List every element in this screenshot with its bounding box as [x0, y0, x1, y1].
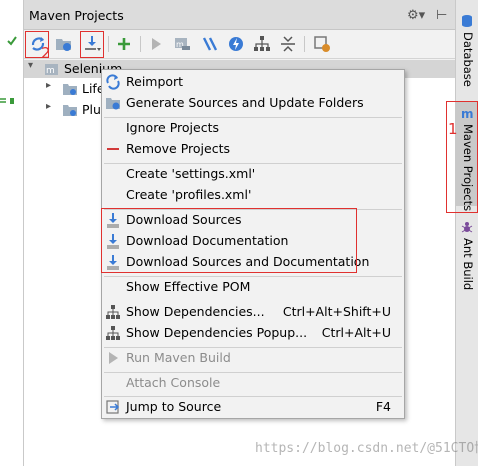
menu-item-label: Run Maven Build — [126, 350, 231, 365]
menu-item-label: Create 'profiles.xml' — [126, 187, 252, 202]
menu-item-create-profiles-xml[interactable]: Create 'profiles.xml' — [102, 185, 404, 206]
toggle-offline-icon[interactable] — [200, 34, 220, 54]
gutter-marker-icon — [0, 98, 14, 104]
generate-sources-icon[interactable] — [54, 34, 74, 54]
annotation-box-download-items — [101, 208, 357, 273]
menu-item-shortcut: F4 — [375, 399, 391, 414]
collapse-arrow-icon[interactable]: ▾ — [28, 60, 33, 71]
menu-item-label: Show Dependencies... — [126, 304, 265, 319]
stripe-button-database[interactable]: Database — [456, 12, 478, 92]
remove-icon — [107, 148, 119, 150]
menu-item-run-maven-build[interactable]: Run Maven Build — [102, 348, 404, 369]
collapse-all-icon[interactable] — [278, 34, 298, 54]
menu-item-label: Generate Sources and Update Folders — [126, 95, 364, 110]
folder-icon — [63, 84, 77, 95]
annotation-box-maven-projects — [446, 101, 478, 213]
menu-item-label: Remove Projects — [126, 141, 230, 156]
editor-edge — [0, 0, 24, 466]
tree-item-label: Plu — [82, 102, 101, 117]
menu-item-label: Ignore Projects — [126, 120, 219, 135]
check-icon — [7, 36, 17, 46]
annotation-box-download — [80, 31, 104, 58]
right-tool-stripe: Database m Maven Projects Ant Build — [455, 0, 478, 466]
menu-item-create-settings-xml[interactable]: Create 'settings.xml' — [102, 164, 404, 185]
dependencies-icon[interactable] — [252, 34, 272, 54]
stripe-label-ant-build: Ant Build — [461, 238, 475, 291]
hide-icon[interactable]: ⊢ — [436, 8, 447, 23]
menu-item-jump-to-source[interactable]: Jump to Source F4 — [102, 397, 404, 418]
menu-item-shortcut: Ctrl+Alt+U — [321, 325, 391, 340]
stripe-button-ant-build[interactable]: Ant Build — [456, 218, 478, 294]
menu-item-label: Show Dependencies Popup... — [126, 325, 308, 340]
annotation-label-1: 1 — [448, 120, 458, 138]
dependencies-icon — [106, 326, 120, 340]
run-icon[interactable] — [146, 34, 166, 54]
add-icon[interactable] — [114, 34, 134, 54]
menu-item-remove-projects[interactable]: Remove Projects — [102, 139, 404, 160]
expand-arrow-icon[interactable]: ▸ — [46, 101, 51, 112]
menu-item-label: Reimport — [126, 74, 184, 89]
generate-sources-icon — [106, 98, 120, 110]
watermark: https://blog.csdn.net/@51CTO博客 — [255, 441, 478, 456]
settings-icon[interactable] — [312, 34, 332, 54]
annotation-label-2: 2 — [41, 44, 51, 62]
reimport-icon — [106, 74, 120, 90]
tool-window-titlebar: Maven Projects ⚙▾ ⊢ — [24, 0, 455, 30]
menu-item-show-dependencies[interactable]: Show Dependencies... Ctrl+Alt+Shift+U — [102, 302, 404, 323]
menu-item-attach-console[interactable]: Attach Console — [102, 373, 404, 394]
menu-item-label: Attach Console — [126, 375, 221, 390]
stripe-label-database: Database — [461, 32, 475, 87]
run-icon — [109, 352, 118, 364]
jump-to-source-icon — [106, 400, 120, 414]
tool-window-title: Maven Projects — [29, 8, 124, 23]
database-icon — [462, 15, 472, 27]
menu-item-label: Jump to Source — [126, 399, 222, 414]
menu-item-label: Create 'settings.xml' — [126, 166, 256, 181]
menu-item-show-dependencies-popup[interactable]: Show Dependencies Popup... Ctrl+Alt+U — [102, 323, 404, 344]
maven-module-icon: m — [45, 64, 58, 76]
menu-item-ignore-projects[interactable]: Ignore Projects — [102, 118, 404, 139]
menu-item-generate-sources[interactable]: Generate Sources and Update Folders — [102, 93, 404, 114]
expand-arrow-icon[interactable]: ▸ — [46, 80, 51, 91]
ant-icon — [461, 222, 473, 233]
menu-item-show-effective-pom[interactable]: Show Effective POM — [102, 277, 404, 298]
menu-item-reimport[interactable]: Reimport — [102, 72, 404, 93]
skip-tests-icon[interactable] — [226, 34, 246, 54]
svg-text:m: m — [46, 66, 55, 76]
execute-goal-icon[interactable]: m — [172, 34, 192, 54]
folder-icon — [63, 105, 77, 116]
menu-item-shortcut: Ctrl+Alt+Shift+U — [282, 304, 391, 319]
gear-icon[interactable]: ⚙▾ — [407, 8, 425, 23]
menu-item-label: Show Effective POM — [126, 279, 251, 294]
dependencies-icon — [106, 305, 120, 319]
